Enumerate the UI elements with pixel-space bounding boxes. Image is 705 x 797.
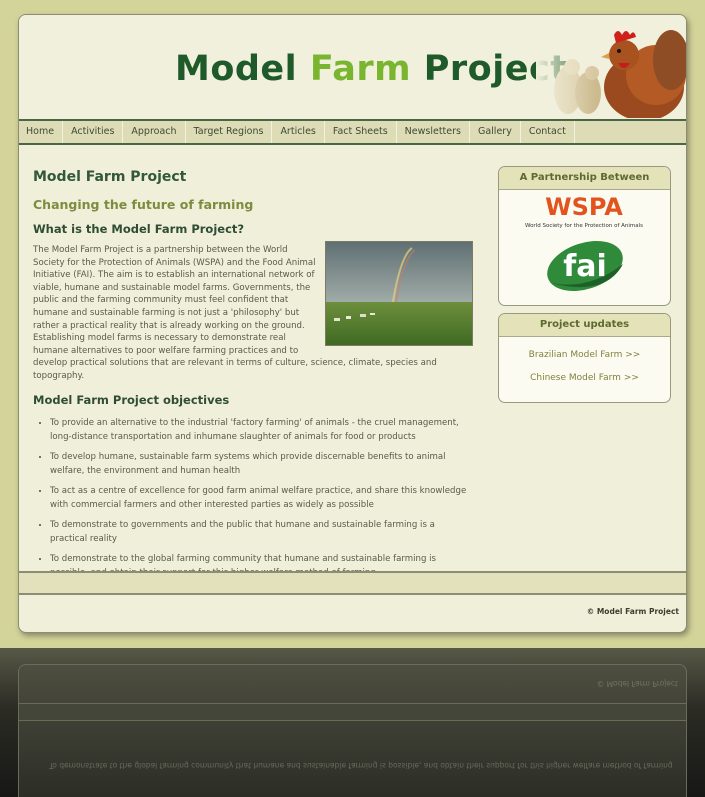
- partnership-title: A Partnership Between: [499, 167, 670, 190]
- fai-logo-text: fai: [563, 249, 607, 284]
- brazilian-model-farm-link[interactable]: Brazilian Model Farm >>: [499, 350, 670, 360]
- partnership-box: A Partnership Between WSPA World Society…: [498, 166, 671, 306]
- logo-text-model: Model: [175, 49, 310, 89]
- reflected-footer-bar: [19, 703, 686, 721]
- project-updates-title: Project updates: [499, 314, 670, 337]
- wspa-logo[interactable]: WSPA World Society for the Protection of…: [499, 190, 670, 238]
- wspa-logo-text: WSPA: [545, 193, 623, 221]
- reflected-copyright: © Model Farm Project: [596, 679, 678, 688]
- nav-activities[interactable]: Activities: [63, 121, 124, 143]
- copyright: © Model Farm Project: [586, 607, 679, 616]
- nav-articles[interactable]: Articles: [272, 121, 325, 143]
- objectives-heading: Model Farm Project objectives: [33, 392, 230, 407]
- site-logo[interactable]: Model Farm Project: [175, 49, 567, 89]
- main-content: Model Farm Project Changing the future o…: [33, 169, 473, 586]
- nav-newsletters[interactable]: Newsletters: [397, 121, 470, 143]
- nav-fact-sheets[interactable]: Fact Sheets: [325, 121, 397, 143]
- logo-text-farm: Farm: [309, 49, 412, 89]
- intro-section: The Model Farm Project is a partnership …: [33, 241, 473, 383]
- objectives-list: To provide an alternative to the industr…: [33, 416, 473, 580]
- page-reflection: © Model Farm Project To demonstrate to t…: [0, 648, 705, 797]
- fai-logo[interactable]: fai: [499, 238, 670, 298]
- objective-item-1: To provide an alternative to the industr…: [50, 416, 473, 444]
- objective-item-3: To act as a centre of excellence for goo…: [50, 484, 473, 512]
- page-container: Model Farm Project Home Activities Appro…: [18, 14, 687, 633]
- page-subtitle: Changing the future of farming: [33, 197, 254, 212]
- objective-item-2: To develop humane, sustainable farm syst…: [50, 450, 473, 478]
- header: Model Farm Project: [19, 15, 686, 118]
- project-updates-box: Project updates Brazilian Model Farm >> …: [498, 313, 671, 403]
- nav-target-regions[interactable]: Target Regions: [186, 121, 273, 143]
- chinese-model-farm-link[interactable]: Chinese Model Farm >>: [499, 373, 670, 383]
- nav-gallery[interactable]: Gallery: [470, 121, 521, 143]
- hens-illustration: [536, 15, 686, 118]
- rainbow-field-photo: [325, 241, 473, 346]
- reflected-page: © Model Farm Project To demonstrate to t…: [18, 664, 687, 797]
- footer-bar: [19, 571, 686, 595]
- wspa-tagline: World Society for the Protection of Anim…: [525, 223, 643, 229]
- nav-approach[interactable]: Approach: [123, 121, 186, 143]
- what-heading: What is the Model Farm Project?: [33, 222, 245, 236]
- nav-home[interactable]: Home: [19, 121, 64, 143]
- main-nav: Home Activities Approach Target Regions …: [19, 119, 686, 145]
- objective-item-4: To demonstrate to governments and the pu…: [50, 518, 473, 546]
- reflected-objective: To demonstrate to the global farming com…: [49, 761, 673, 770]
- page-title: Model Farm Project: [33, 169, 187, 185]
- nav-contact[interactable]: Contact: [521, 121, 575, 143]
